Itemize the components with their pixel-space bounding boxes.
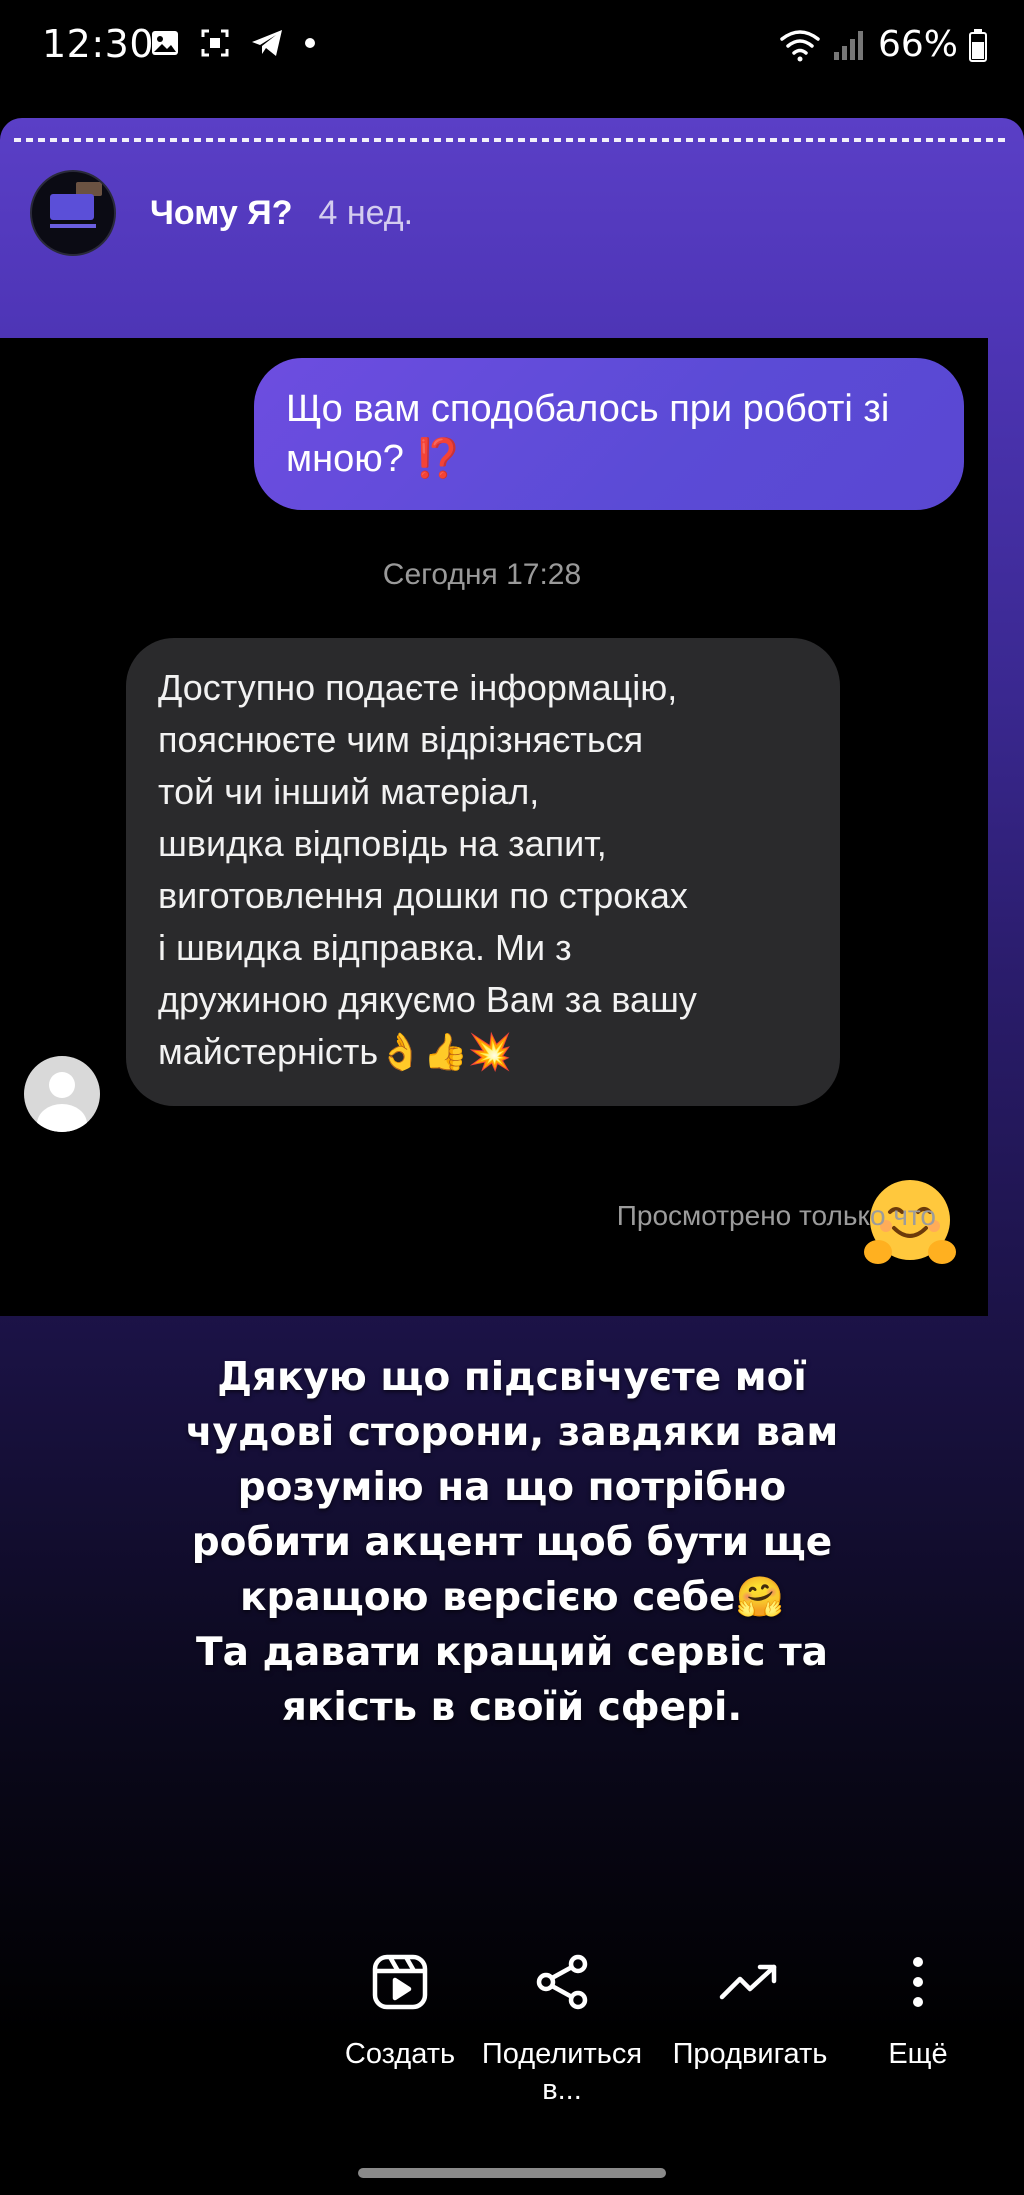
create-label: Создать [344, 2038, 456, 2070]
status-bar: 12:30 66% [0, 0, 1024, 90]
more-vertical-icon [913, 1957, 923, 2007]
signal-icon [833, 30, 863, 60]
screen: 12:30 66% Чому Я? 4 нед. Що вам сподобал… [0, 0, 1024, 2195]
story-viewer[interactable]: Чому Я? 4 нед. Що вам сподобалось при ро… [0, 118, 1024, 2038]
home-indicator[interactable] [358, 2168, 666, 2178]
chat-screenshot: Що вам сподобалось при роботі зі мною? ⁉… [0, 338, 988, 1316]
incoming-message-bubble: Доступно подаєте інформацію, пояснюєте ч… [126, 638, 840, 1106]
author-avatar[interactable] [30, 170, 116, 256]
story-progress-fill [14, 138, 1010, 142]
story-caption: Дякую що підсвічуєте мої чудові сторони,… [185, 1355, 839, 1730]
status-notification-icons [150, 28, 316, 58]
more-button[interactable]: Ещё [828, 1942, 1008, 2072]
telegram-icon [252, 30, 282, 56]
outgoing-message-bubble: Що вам сподобалось при роботі зі мною? ⁉… [254, 358, 964, 510]
share-label: Поделиться в... [481, 2038, 643, 2106]
status-right: 66% [778, 24, 988, 65]
story-progress-bar [14, 138, 1010, 142]
battery-icon [969, 28, 987, 62]
outgoing-message-text: Що вам сподобалось при роботі зі мною? [286, 388, 890, 480]
interrobang-emoji: ⁉️ [414, 438, 462, 480]
story-actions-bar: Создать Поделиться в... Продвигать Ещё [0, 1920, 1024, 2140]
date-separator-text: Сегодня 17:28 [382, 558, 582, 591]
promote-label: Продвигать [672, 2038, 828, 2070]
dot-icon [305, 38, 315, 48]
share-button[interactable]: Поделиться в... [472, 1942, 652, 2108]
screenshot-icon [201, 29, 229, 57]
share-icon [536, 1954, 588, 2010]
trending-up-icon [719, 1964, 777, 2000]
create-button[interactable]: Создать [310, 1942, 490, 2072]
story-header: Чому Я? 4 нед. [30, 168, 413, 258]
battery-percent: 66% [877, 24, 958, 65]
reels-icon [372, 1954, 428, 2010]
status-time: 12:30 [42, 22, 155, 66]
more-label: Ещё [888, 2038, 948, 2070]
promote-button[interactable]: Продвигать [660, 1942, 840, 2072]
sender-avatar [24, 1056, 100, 1132]
author-name[interactable]: Чому Я? [150, 194, 292, 233]
seen-status: Просмотрено только что [616, 1200, 936, 1231]
image-icon [152, 31, 178, 55]
post-time: 4 нед. [318, 193, 414, 232]
date-separator: Сегодня 17:28 [0, 558, 964, 592]
wifi-icon [780, 29, 820, 61]
